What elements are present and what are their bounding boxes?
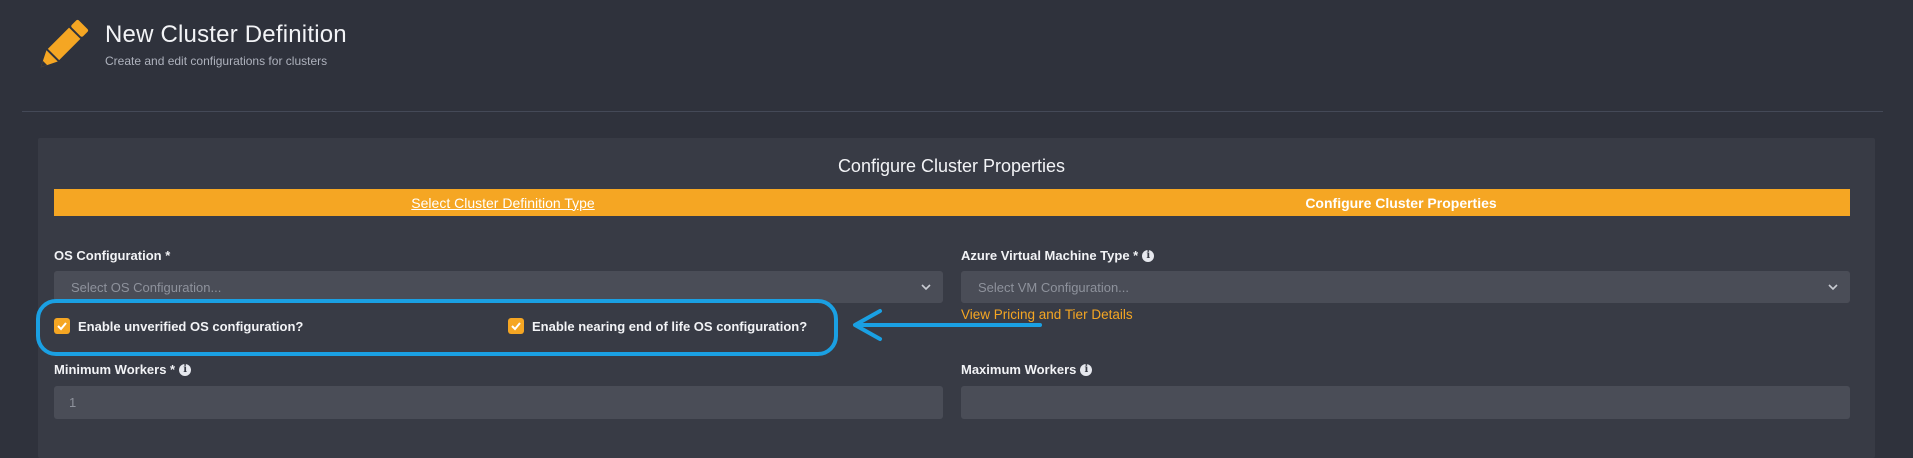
highlight-box <box>36 299 838 356</box>
callout-annotation <box>36 299 1042 356</box>
